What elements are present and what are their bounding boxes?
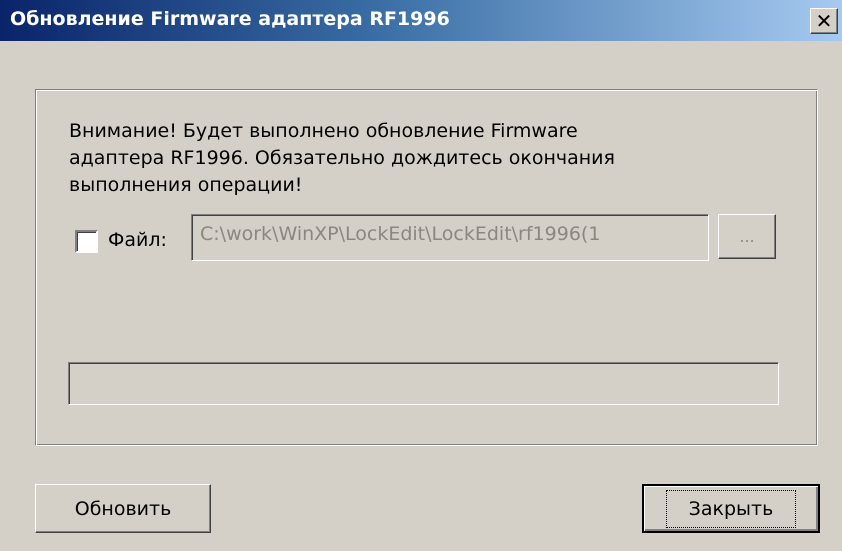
file-label: Файл:	[108, 229, 167, 251]
progress-bar	[68, 362, 779, 405]
title-bar[interactable]: Обновление Firmware адаптера RF1996 ✕	[0, 0, 842, 41]
close-icon: ✕	[815, 9, 833, 33]
browse-button[interactable]: ...	[718, 214, 776, 259]
update-button[interactable]: Обновить	[35, 484, 211, 533]
file-path-field[interactable]: C:\work\WinXP\LockEdit\LockEdit\rf1996(1	[191, 214, 709, 261]
update-button-label: Обновить	[74, 497, 172, 520]
close-button[interactable]: Закрыть	[642, 484, 820, 533]
window-title: Обновление Firmware адаптера RF1996	[10, 8, 450, 30]
browse-button-label: ...	[739, 227, 755, 246]
file-checkbox[interactable]	[75, 230, 98, 253]
close-window-button[interactable]: ✕	[810, 8, 838, 34]
close-button-label: Закрыть	[665, 489, 797, 528]
firmware-update-dialog: Обновление Firmware адаптера RF1996 ✕ Вн…	[0, 0, 842, 551]
warning-message: Внимание! Будет выполнено обновление Fir…	[69, 120, 615, 196]
